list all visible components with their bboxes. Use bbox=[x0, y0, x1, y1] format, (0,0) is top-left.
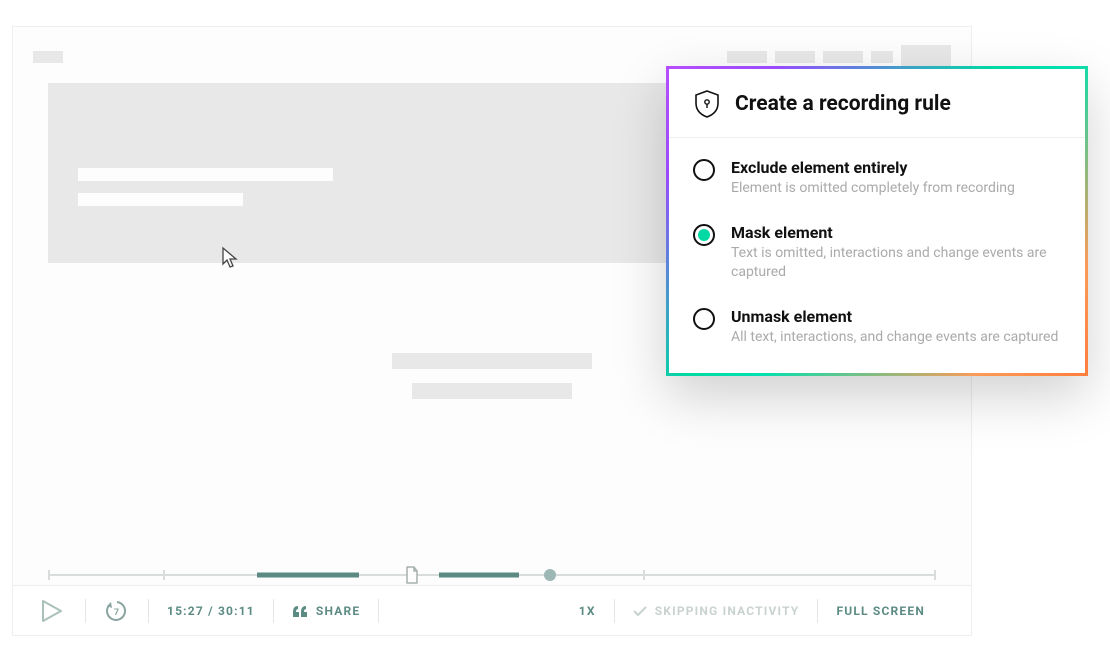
skip-inactivity-toggle[interactable]: SKIPPING INACTIVITY bbox=[615, 598, 818, 624]
top-bar-left bbox=[33, 51, 63, 63]
document-marker-icon bbox=[404, 566, 420, 584]
placeholder-block bbox=[727, 51, 767, 63]
check-icon bbox=[633, 605, 647, 617]
share-button[interactable]: SHARE bbox=[274, 598, 378, 624]
option-desc: Text is omitted, interactions and change… bbox=[731, 244, 1061, 283]
rewind-button[interactable]: 7 bbox=[86, 598, 148, 624]
placeholder-line bbox=[392, 353, 592, 369]
option-mask[interactable]: Mask element Text is omitted, interactio… bbox=[693, 223, 1061, 283]
timeline-segment bbox=[257, 573, 359, 578]
svg-text:7: 7 bbox=[114, 608, 120, 618]
timeline-section bbox=[48, 565, 936, 585]
option-unmask[interactable]: Unmask element All text, interactions, a… bbox=[693, 307, 1061, 348]
option-label: Mask element bbox=[731, 223, 1061, 242]
placeholder-block bbox=[33, 51, 63, 63]
fullscreen-label: FULL SCREEN bbox=[836, 604, 925, 618]
play-button[interactable] bbox=[41, 599, 63, 623]
shield-lock-icon bbox=[693, 89, 721, 119]
time-display: 15:27 / 30:11 bbox=[149, 598, 273, 624]
option-desc: All text, interactions, and change event… bbox=[731, 328, 1058, 348]
option-exclude[interactable]: Exclude element entirely Element is omit… bbox=[693, 158, 1061, 199]
timeline-segment bbox=[439, 573, 519, 578]
cursor-icon bbox=[221, 246, 243, 270]
timeline-tick bbox=[48, 570, 50, 580]
player-controls: 7 15:27 / 30:11 SHARE 1X SKIPPING INACTI… bbox=[13, 585, 971, 635]
skip-label: SKIPPING INACTIVITY bbox=[655, 604, 800, 618]
timeline[interactable] bbox=[48, 565, 936, 585]
popup-options: Exclude element entirely Element is omit… bbox=[669, 138, 1085, 373]
placeholder-block bbox=[775, 51, 815, 63]
placeholder-line bbox=[78, 193, 243, 206]
popup-header: Create a recording rule bbox=[669, 69, 1085, 138]
quote-icon bbox=[292, 604, 308, 618]
option-label: Exclude element entirely bbox=[731, 158, 1015, 177]
placeholder-block bbox=[823, 51, 863, 63]
timeline-tick bbox=[163, 570, 165, 580]
timeline-tick bbox=[643, 570, 645, 580]
divider bbox=[378, 599, 379, 623]
popup-title: Create a recording rule bbox=[735, 92, 951, 116]
time-text: 15:27 / 30:11 bbox=[167, 604, 255, 618]
fullscreen-button[interactable]: FULL SCREEN bbox=[818, 598, 943, 624]
placeholder-line bbox=[78, 168, 333, 181]
recording-rule-popup: Create a recording rule Exclude element … bbox=[666, 66, 1088, 376]
speed-button[interactable]: 1X bbox=[561, 598, 614, 624]
timeline-tick bbox=[934, 570, 936, 580]
placeholder-line bbox=[412, 383, 572, 399]
placeholder-block bbox=[871, 51, 893, 63]
option-label: Unmask element bbox=[731, 307, 1058, 326]
share-label: SHARE bbox=[316, 604, 360, 618]
option-desc: Element is omitted completely from recor… bbox=[731, 179, 1015, 199]
speed-label: 1X bbox=[579, 604, 596, 618]
radio-button[interactable] bbox=[693, 159, 715, 181]
radio-button[interactable] bbox=[693, 224, 715, 246]
radio-button[interactable] bbox=[693, 308, 715, 330]
timeline-playhead[interactable] bbox=[544, 569, 556, 581]
